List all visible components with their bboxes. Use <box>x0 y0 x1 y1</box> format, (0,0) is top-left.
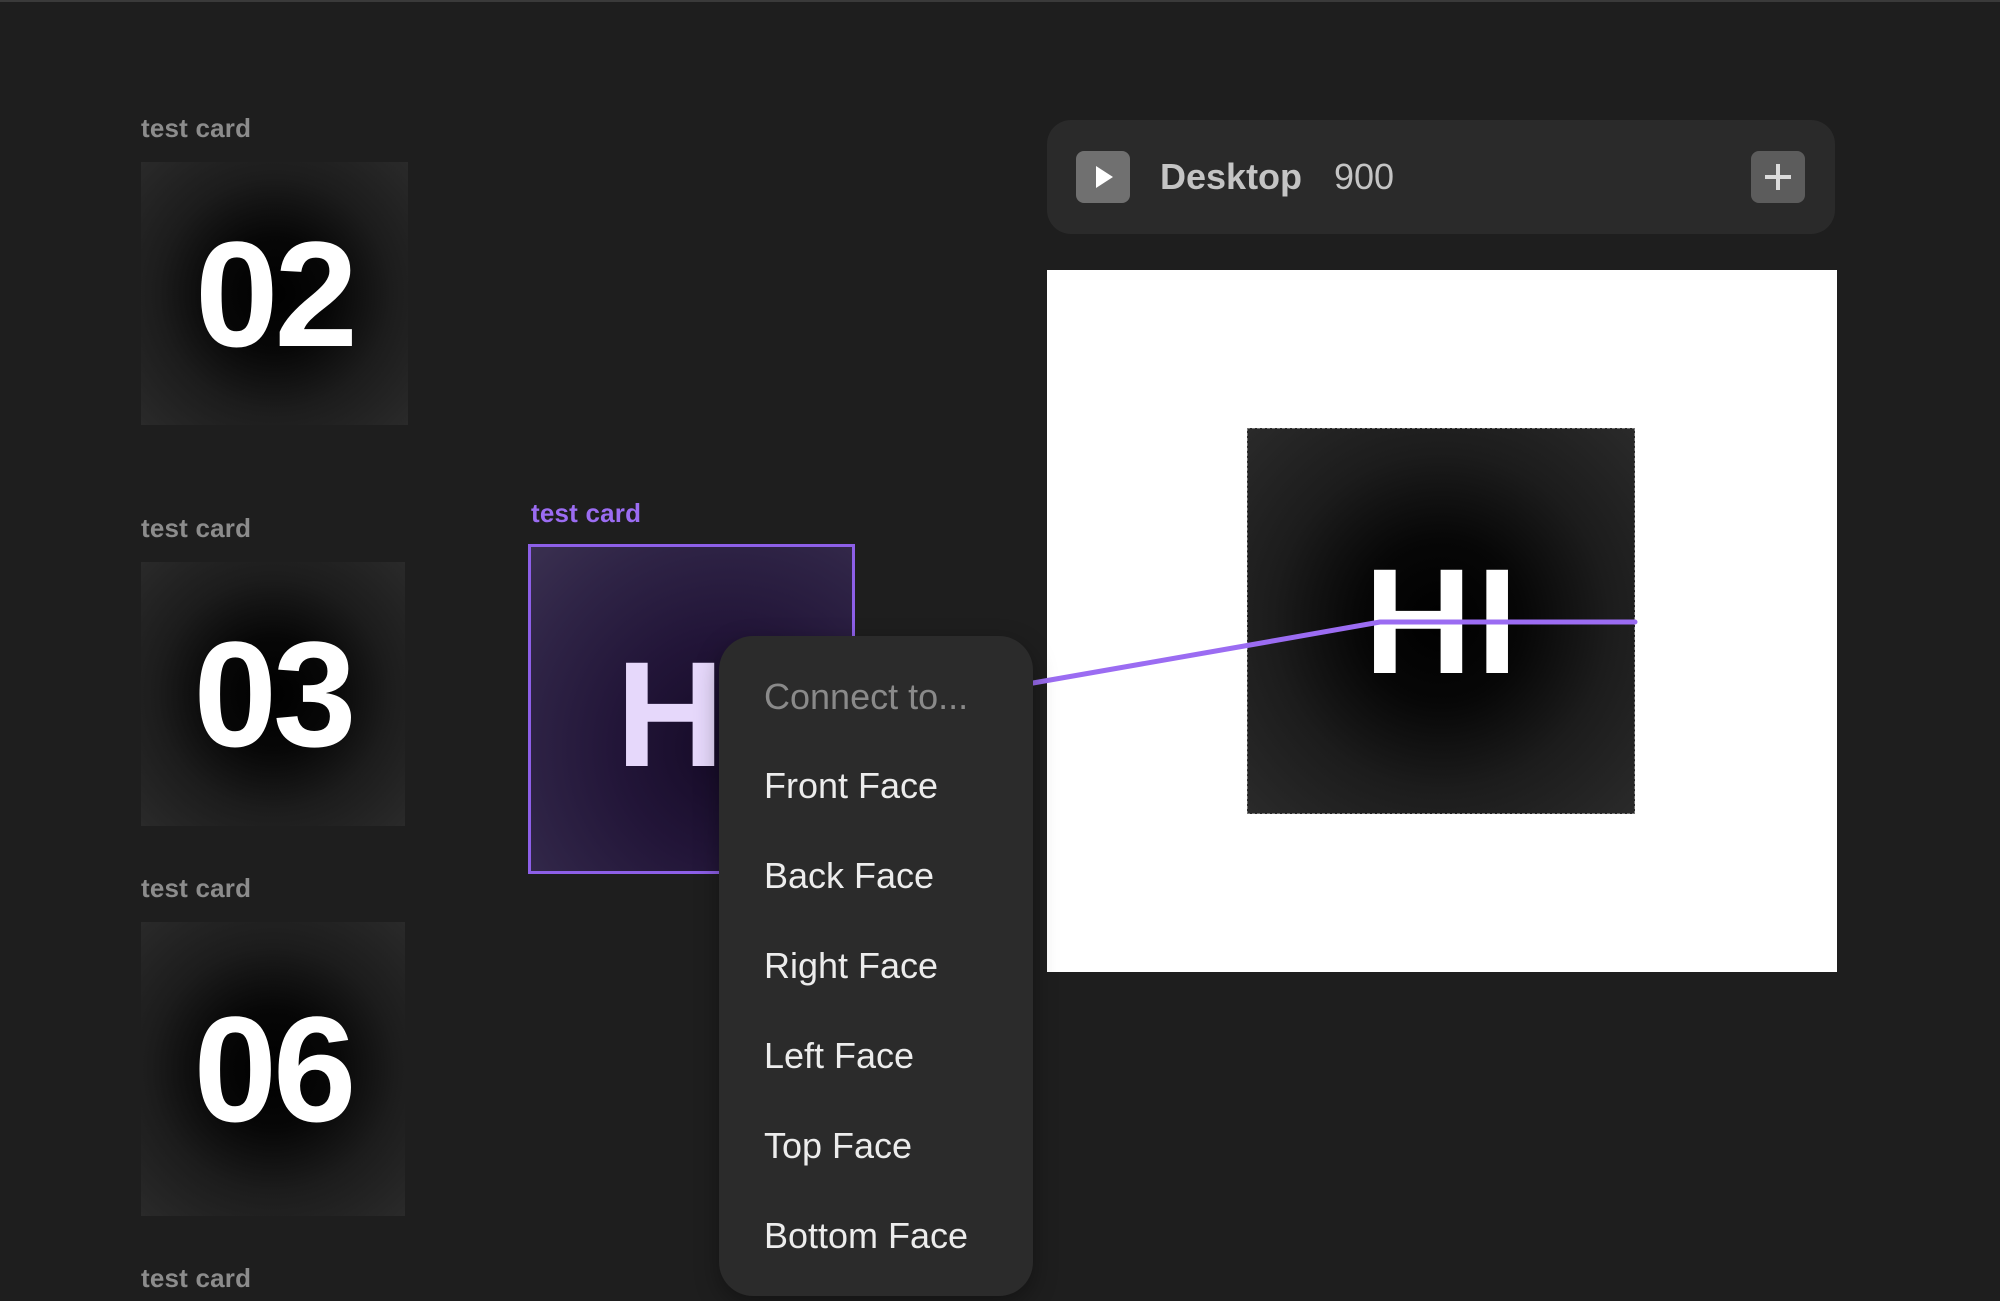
menu-item-right-face[interactable]: Right Face <box>764 945 938 987</box>
card-number: 06 <box>193 985 357 1153</box>
card-number: 02 <box>195 209 358 378</box>
preview-card[interactable]: HI <box>1247 428 1635 814</box>
menu-item-top-face[interactable]: Top Face <box>764 1125 912 1167</box>
add-breakpoint-button[interactable] <box>1751 151 1805 203</box>
play-button[interactable] <box>1076 151 1130 203</box>
frame-label[interactable]: test card <box>141 873 251 904</box>
selected-frame-label[interactable]: test card <box>531 498 641 529</box>
breakpoint-width: 900 <box>1334 156 1395 197</box>
menu-header: Connect to... <box>764 676 969 717</box>
connect-to-menu: Connect to... Front Face Back Face Right… <box>719 636 1033 1296</box>
menu-item-back-face[interactable]: Back Face <box>764 855 934 897</box>
frame-test-card-03[interactable]: 03 <box>141 562 405 826</box>
frame-test-card-06[interactable]: 06 <box>141 922 405 1216</box>
play-icon <box>1096 166 1113 188</box>
breakpoint-title: Desktop <box>1160 156 1303 197</box>
frame-test-card-02[interactable]: 02 <box>141 162 408 425</box>
frame-label[interactable]: test card <box>141 1263 251 1294</box>
card-letter: H <box>616 630 724 798</box>
menu-item-left-face[interactable]: Left Face <box>764 1035 914 1077</box>
frame-label[interactable]: test card <box>141 513 251 544</box>
design-canvas[interactable]: test card 02 test card 03 test card 06 t… <box>0 0 2000 1301</box>
preview-card-text: HI <box>1364 537 1522 705</box>
card-number: 03 <box>193 610 357 778</box>
frame-label[interactable]: test card <box>141 113 251 144</box>
menu-item-front-face[interactable]: Front Face <box>764 765 938 807</box>
top-border <box>0 0 2000 2</box>
menu-item-bottom-face[interactable]: Bottom Face <box>764 1215 968 1257</box>
preview-toolbar: Desktop 900 <box>1047 120 1835 234</box>
preview-page[interactable]: HI <box>1047 270 1837 972</box>
